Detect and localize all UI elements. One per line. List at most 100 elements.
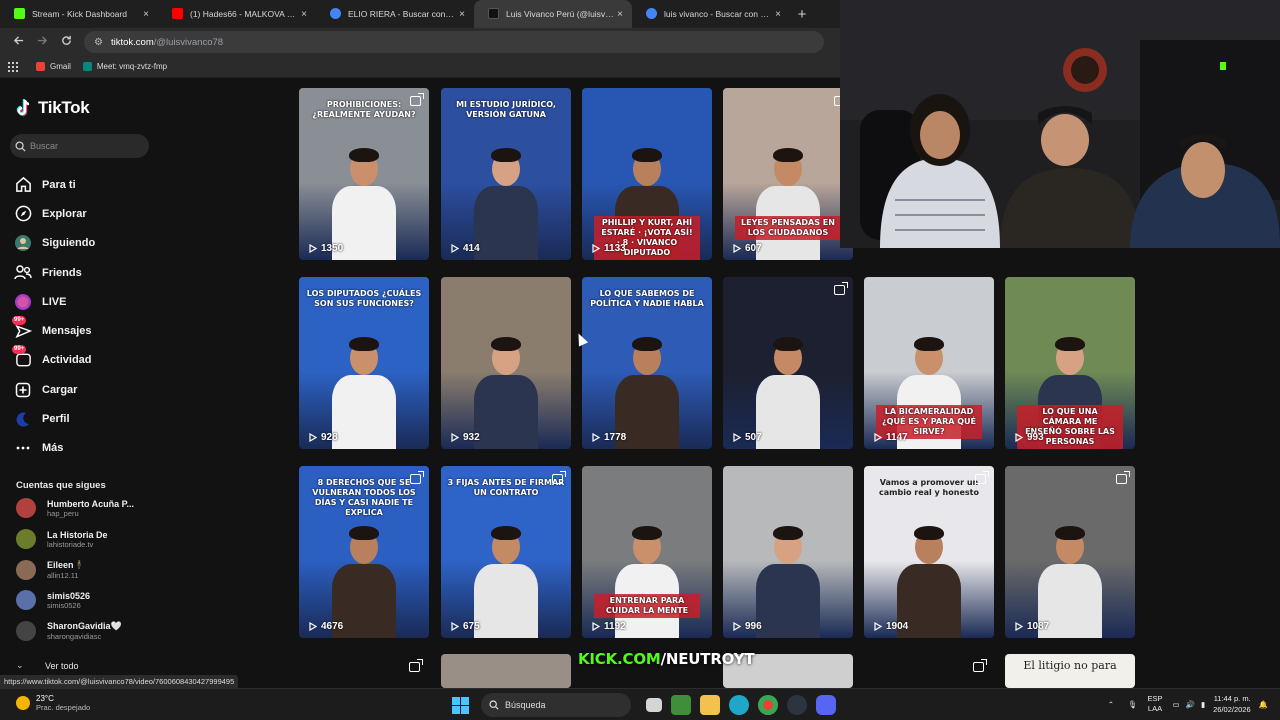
- home-icon: [14, 176, 32, 194]
- video-thumbnail[interactable]: [441, 654, 571, 688]
- sidebar-item-para-ti[interactable]: Para ti: [14, 170, 164, 199]
- tab-google-elio[interactable]: ELIO RIERA - Buscar con Googl ×: [316, 0, 474, 28]
- followed-account[interactable]: Humberto Acuña P... hap_peru: [16, 494, 166, 522]
- close-icon[interactable]: ×: [614, 9, 626, 20]
- reload-icon[interactable]: [54, 35, 78, 49]
- messages-icon: 99+: [12, 316, 32, 340]
- edge-icon[interactable]: [728, 695, 749, 715]
- video-caption: ENTRENAR PARA CUIDAR LA MENTE: [594, 594, 700, 618]
- tiktok-sidebar: TikTok Buscar Para ti Explorar Siguiendo…: [0, 78, 170, 688]
- play-icon: [592, 433, 600, 442]
- video-thumbnail[interactable]: 996: [723, 466, 853, 638]
- steam-icon[interactable]: [786, 695, 807, 715]
- taskbar-search[interactable]: Búsqueda: [481, 693, 631, 717]
- bookmark-meet[interactable]: Meet: vmq-zvtz-fmp: [82, 62, 167, 71]
- view-count: 932: [451, 432, 480, 443]
- network-icon[interactable]: ▭: [1173, 700, 1180, 709]
- sidebar-item-siguiendo[interactable]: Siguiendo: [14, 229, 164, 258]
- view-count: 507: [733, 432, 762, 443]
- person-hair: [491, 337, 521, 351]
- sidebar-item-live[interactable]: LIVE: [14, 287, 164, 316]
- video-thumbnail[interactable]: 1087: [1005, 466, 1135, 638]
- sidebar-item-explorar[interactable]: Explorar: [14, 199, 164, 228]
- more-icon: [14, 439, 32, 457]
- video-thumbnail[interactable]: 3 FIJAS ANTES DE FIRMAR UN CONTRATO 675: [441, 466, 571, 638]
- new-tab-button[interactable]: +: [790, 6, 814, 23]
- pin-icon: [552, 471, 566, 484]
- person-figure: [748, 323, 828, 449]
- video-thumbnail[interactable]: LO QUE UNA CÁMARA ME ENSEÑÓ SOBRE LAS PE…: [1005, 277, 1135, 449]
- video-thumbnail[interactable]: LOS DIPUTADOS ¿CUÁLES SON SUS FUNCIONES?…: [299, 277, 429, 449]
- video-thumbnail[interactable]: LEYES PENSADAS EN LOS CIUDADANOS 607: [723, 88, 853, 260]
- video-thumbnail[interactable]: El litigio no para: [1005, 654, 1135, 688]
- weather-widget[interactable]: 23°C Prac. despejado: [16, 694, 90, 712]
- tab-tiktok-luis[interactable]: Luis Vivanco Perú (@luisvivanc ×: [474, 0, 632, 28]
- sidebar-item-mensajes[interactable]: 99+ Mensajes: [12, 316, 164, 345]
- video-thumbnail[interactable]: 932: [441, 277, 571, 449]
- apps-grid-icon[interactable]: [8, 61, 18, 72]
- tiktok-logo[interactable]: TikTok: [14, 98, 90, 118]
- avatar: [16, 498, 36, 518]
- video-thumbnail[interactable]: 507: [723, 277, 853, 449]
- video-thumbnail[interactable]: LO QUE SABEMOS DE POLÍTICA Y NADIE HABLA…: [582, 277, 712, 449]
- video-thumbnail[interactable]: PHILLIP Y KURT, AHÍ ESTARÉ · ¡VOTA ASÍ! …: [582, 88, 712, 260]
- person-figure: [748, 512, 828, 638]
- person-figure: [466, 512, 546, 638]
- minecraft-icon[interactable]: [670, 695, 691, 715]
- followed-account[interactable]: simis0526 simis0526: [16, 586, 166, 614]
- bookmark-gmail[interactable]: Gmail: [36, 62, 71, 71]
- site-info-icon[interactable]: ⚙: [94, 37, 103, 48]
- followed-account[interactable]: SharonGavidia🤍 sharongavidiasc: [16, 617, 166, 645]
- video-thumbnail[interactable]: LA BICAMERALIDAD ¿QUÉ ES Y PARA QUÉ SIRV…: [864, 277, 994, 449]
- tab-youtube-hades[interactable]: (1) Hades66 - MALKOVA 🔴 EL ×: [158, 0, 316, 28]
- sidebar-item-perfil[interactable]: Perfil: [14, 404, 164, 433]
- followed-account[interactable]: Eileen🕴️ allin12.11: [16, 556, 166, 584]
- close-icon[interactable]: ×: [298, 9, 310, 20]
- view-count: 1147: [874, 432, 908, 443]
- chevron-up-icon[interactable]: ⌃: [1108, 700, 1114, 709]
- sun-icon: [16, 696, 30, 710]
- video-thumbnail[interactable]: MI ESTUDIO JURÍDICO, VERSIÓN GATUNA 414: [441, 88, 571, 260]
- close-icon[interactable]: ×: [772, 9, 784, 20]
- webcam-overlay: [840, 0, 1280, 248]
- video-thumbnail[interactable]: 8 DERECHOS QUE SE VULNERAN TODOS LOS DÍA…: [299, 466, 429, 638]
- sidebar-item-mas[interactable]: Más: [14, 434, 164, 463]
- video-thumbnail[interactable]: Vamos a promover un cambio real y honest…: [864, 466, 994, 638]
- notification-bell-icon[interactable]: 🔔: [1259, 700, 1268, 709]
- forward-icon[interactable]: [30, 35, 54, 49]
- system-tray: ⌃ 🎙 ESP LAA ▭ 🔊 ▮ 11:44 p. m. 26/02/2026 🔔: [1108, 693, 1268, 715]
- back-icon[interactable]: [6, 35, 30, 49]
- battery-icon[interactable]: ▮: [1201, 700, 1205, 709]
- person-torso: [756, 375, 820, 449]
- sidebar-item-friends[interactable]: Friends: [14, 258, 164, 287]
- chrome-icon[interactable]: [757, 695, 778, 715]
- volume-icon[interactable]: 🔊: [1186, 700, 1195, 709]
- close-icon[interactable]: ×: [140, 9, 152, 20]
- followed-account[interactable]: La Historia De lahistoriade.tv: [16, 525, 166, 553]
- tab-google-luis[interactable]: luis vivanco - Buscar con Goog ×: [632, 0, 790, 28]
- file-explorer-icon[interactable]: [699, 695, 720, 715]
- sidebar-item-actividad[interactable]: 99+ Actividad: [12, 345, 164, 375]
- microphone-icon[interactable]: 🎙: [1128, 700, 1138, 709]
- windows-start-icon[interactable]: [452, 696, 469, 714]
- person-hair: [349, 337, 379, 351]
- url-field[interactable]: ⚙ tiktok.com/@luisvivanco78: [84, 31, 824, 53]
- person-torso: [474, 375, 538, 449]
- view-count: 1350: [309, 243, 343, 254]
- tab-kick-dashboard[interactable]: Stream - Kick Dashboard ×: [0, 0, 158, 28]
- task-view-icon[interactable]: [645, 698, 662, 712]
- clock[interactable]: 11:44 p. m. 26/02/2026: [1213, 693, 1251, 715]
- language-indicator[interactable]: ESP LAA: [1148, 694, 1163, 714]
- discord-icon[interactable]: [815, 695, 836, 715]
- pin-icon: [410, 471, 424, 484]
- sidebar-item-cargar[interactable]: Cargar: [14, 375, 164, 404]
- play-icon: [451, 622, 459, 631]
- video-thumbnail[interactable]: ENTRENAR PARA CUIDAR LA MENTE 1192: [582, 466, 712, 638]
- video-thumbnail[interactable]: PROHIBICIONES: ¿REALMENTE AYUDAN? 1350: [299, 88, 429, 260]
- view-count-text: 675: [463, 621, 480, 632]
- close-icon[interactable]: ×: [456, 9, 468, 20]
- search-input[interactable]: Buscar: [10, 134, 149, 158]
- view-count-text: 1778: [604, 432, 627, 443]
- view-count: 1133: [592, 243, 626, 254]
- see-all-link[interactable]: ⌄ Ver todo: [16, 660, 79, 671]
